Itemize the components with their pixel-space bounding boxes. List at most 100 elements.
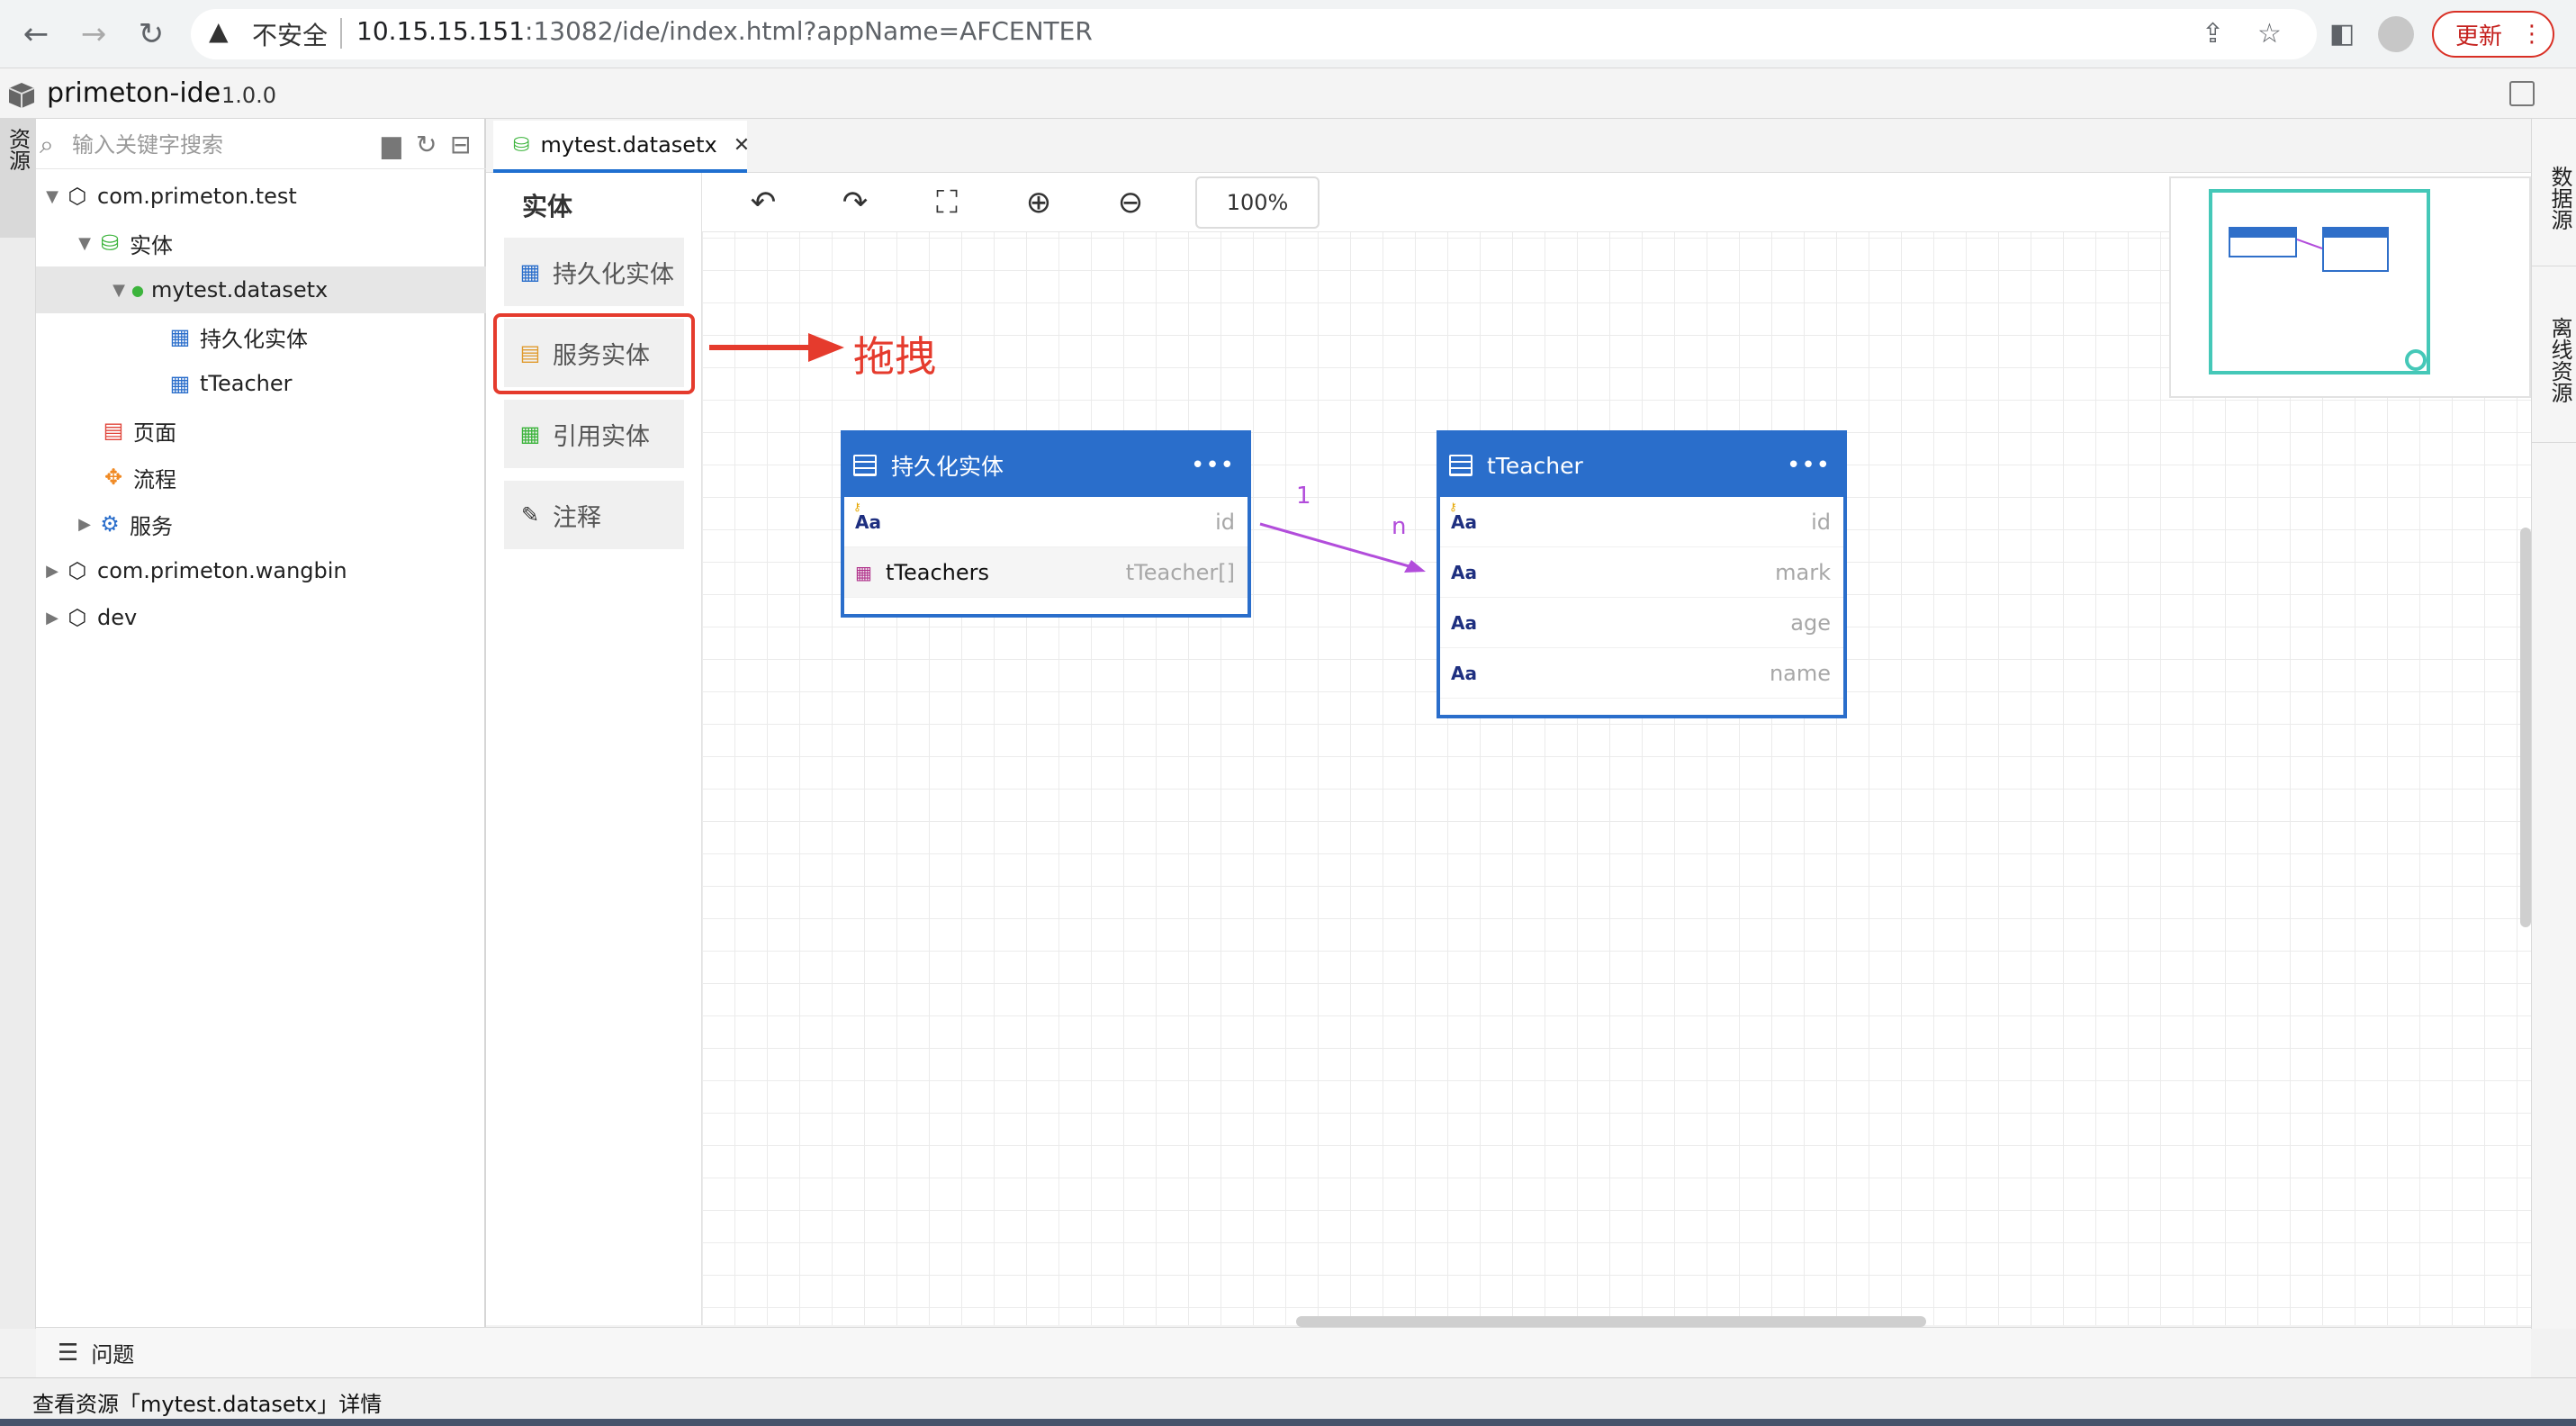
expand-caret-icon[interactable]: ▶ xyxy=(74,515,95,534)
entity-header[interactable]: tTeacher ••• xyxy=(1440,434,1843,497)
refresh-icon[interactable]: ↻ xyxy=(416,130,437,159)
more-horiz-icon[interactable]: ••• xyxy=(1787,452,1831,479)
field-type: id xyxy=(1215,509,1235,535)
close-icon[interactable]: ✕ xyxy=(734,134,750,157)
tab-mytest-datasetx[interactable]: ⛁ mytest.datasetx ✕ xyxy=(493,121,750,173)
app-header xyxy=(0,68,2576,119)
list-icon: ☰ xyxy=(58,1339,79,1367)
tree-node-label: com.primeton.test xyxy=(97,184,297,209)
tree-node-label: dev xyxy=(97,605,138,630)
problems-panel-bar[interactable]: ☰ 问题 xyxy=(36,1327,2531,1377)
field-type: mark xyxy=(1775,559,1831,585)
entity-field-row[interactable]: ⚷ Aa id xyxy=(1440,497,1843,547)
tree-node-label: 实体 xyxy=(130,232,173,258)
zoom-level-field[interactable]: 100% xyxy=(1195,176,1320,229)
expand-caret-icon[interactable]: ▶ xyxy=(41,562,63,581)
status-text: 查看资源「mytest.datasetx」详情 xyxy=(32,1392,383,1417)
entity-header[interactable]: 持久化实体 ••• xyxy=(844,434,1247,497)
search-input[interactable] xyxy=(70,130,367,160)
tree-node-service[interactable]: ▶ ⚙ 服务 xyxy=(36,501,486,547)
horizontal-scrollbar[interactable] xyxy=(1296,1316,1926,1327)
security-label[interactable]: 不安全 xyxy=(252,16,328,52)
palette-item-label: 持久化实体 xyxy=(553,260,674,289)
note-icon: ✎ xyxy=(520,502,540,528)
tree-node-page[interactable]: ▤ 页面 xyxy=(36,407,486,454)
entity-table-icon: ▦ xyxy=(169,371,191,396)
zoom-in-button[interactable]: ⊕ xyxy=(1017,182,1060,223)
text-icon: Aa xyxy=(1451,611,1477,634)
problems-label: 问题 xyxy=(91,1342,135,1367)
save-icon[interactable] xyxy=(2509,81,2535,106)
rail-tab-datasource[interactable]: 数据源 xyxy=(2531,119,2576,266)
more-horiz-icon[interactable]: ••• xyxy=(1191,452,1235,479)
warning-icon[interactable]: ▲ xyxy=(209,16,229,46)
database-icon: ⛁ xyxy=(100,230,120,256)
minimap-viewport[interactable] xyxy=(2209,189,2430,375)
redo-button[interactable]: ↷ xyxy=(833,182,877,223)
expand-caret-icon[interactable]: ▼ xyxy=(108,281,130,300)
arrow-right-icon: → xyxy=(80,16,107,52)
tree-node-label: 服务 xyxy=(130,513,173,539)
entity-table-icon xyxy=(1449,455,1473,476)
entity-field-row[interactable]: ⚷ Aa id xyxy=(844,497,1247,547)
zoom-out-button[interactable]: ⊖ xyxy=(1109,182,1152,223)
tree-node-label: 持久化实体 xyxy=(200,326,308,352)
forward-button[interactable]: → xyxy=(72,13,115,56)
new-folder-icon[interactable]: ▆ xyxy=(382,130,401,159)
rail-tab-resource[interactable]: 资源 xyxy=(0,119,36,238)
undo-button[interactable]: ↶ xyxy=(742,182,785,223)
palette-item-persistent-entity[interactable]: ▦ 持久化实体 xyxy=(504,238,684,306)
tree-node-label: com.primeton.wangbin xyxy=(97,558,347,583)
tree-node-persistent-entity[interactable]: ▦ 持久化实体 xyxy=(36,313,486,360)
profile-avatar-icon[interactable] xyxy=(2378,16,2414,52)
rail-tab-offline-resource[interactable]: 离线资源 xyxy=(2531,266,2576,443)
search-icon: ⌕ xyxy=(40,130,54,159)
tree-node-entity-folder[interactable]: ▼ ⛁ 实体 xyxy=(36,220,486,266)
share-icon[interactable]: ⇪ xyxy=(2202,18,2224,50)
entity-card-tteacher[interactable]: tTeacher ••• ⚷ Aa id Aa mark Aa age Aa na… xyxy=(1437,430,1847,718)
sidepanel-icon[interactable]: ◧ xyxy=(2329,18,2355,50)
tree-node-mytest-datasetx[interactable]: ▼ ● mytest.datasetx xyxy=(36,266,486,313)
app-version: 1.0.0 xyxy=(221,83,277,108)
entity-field-row[interactable]: ▦ tTeachers tTeacher[] xyxy=(844,547,1247,598)
flow-icon: ✥ xyxy=(104,465,123,490)
tree-node-dev[interactable]: ▶ ⬡ dev xyxy=(36,594,486,641)
zoom-out-icon: ⊖ xyxy=(1117,185,1144,221)
entity-card-persistent[interactable]: 持久化实体 ••• ⚷ Aa id ▦ tTeachers tTeacher[] xyxy=(841,430,1251,618)
tree-node-tteacher[interactable]: ▦ tTeacher xyxy=(36,360,486,407)
palette-item-reference-entity[interactable]: ▦ 引用实体 xyxy=(504,400,684,468)
more-vert-icon: ⋮ xyxy=(2520,21,2544,48)
expand-caret-icon[interactable]: ▼ xyxy=(41,187,63,206)
entity-field-row[interactable]: Aa mark xyxy=(1440,547,1843,598)
entity-field-row[interactable]: Aa name xyxy=(1440,648,1843,699)
palette-item-note[interactable]: ✎ 注释 xyxy=(504,481,684,549)
update-label: 更新 xyxy=(2455,23,2503,50)
minimap-resize-handle[interactable] xyxy=(2405,349,2427,371)
expand-caret-icon[interactable]: ▼ xyxy=(74,234,95,253)
app-name: primeton-ide xyxy=(47,77,221,109)
tree-node-flow[interactable]: ✥ 流程 xyxy=(36,454,486,501)
update-button[interactable]: 更新 ⋮ xyxy=(2432,11,2554,58)
text-icon: Aa xyxy=(1451,662,1477,684)
vertical-scrollbar[interactable] xyxy=(2520,528,2531,927)
package-icon: ⬡ xyxy=(68,558,87,583)
reload-button[interactable]: ↻ xyxy=(130,13,173,56)
tree-node-com-primeton-test[interactable]: ▼ ⬡ com.primeton.test xyxy=(36,173,486,220)
entity-field-row[interactable]: Aa age xyxy=(1440,598,1843,648)
relation-target-cardinality: n xyxy=(1392,513,1407,540)
package-icon: ⬡ xyxy=(68,605,87,630)
tree-node-label: tTeacher xyxy=(200,371,293,396)
expand-caret-icon[interactable]: ▶ xyxy=(41,609,63,627)
entity-title: 持久化实体 xyxy=(891,454,1004,480)
collapse-all-icon[interactable]: ⊟ xyxy=(450,130,471,159)
palette-item-label: 注释 xyxy=(553,503,601,532)
entity-table-icon: ▦ xyxy=(169,324,191,349)
url-text[interactable]: 10.15.15.151:13082/ide/index.html?appNam… xyxy=(356,16,1093,46)
back-button[interactable]: ← xyxy=(14,13,58,56)
field-type: name xyxy=(1769,660,1831,686)
tree-node-com-primeton-wangbin[interactable]: ▶ ⬡ com.primeton.wangbin xyxy=(36,547,486,594)
star-icon[interactable]: ☆ xyxy=(2257,18,2282,50)
undo-icon: ↶ xyxy=(750,185,777,221)
relation-line[interactable] xyxy=(1256,515,1437,580)
fit-screen-button[interactable]: ⛶ xyxy=(925,182,968,223)
